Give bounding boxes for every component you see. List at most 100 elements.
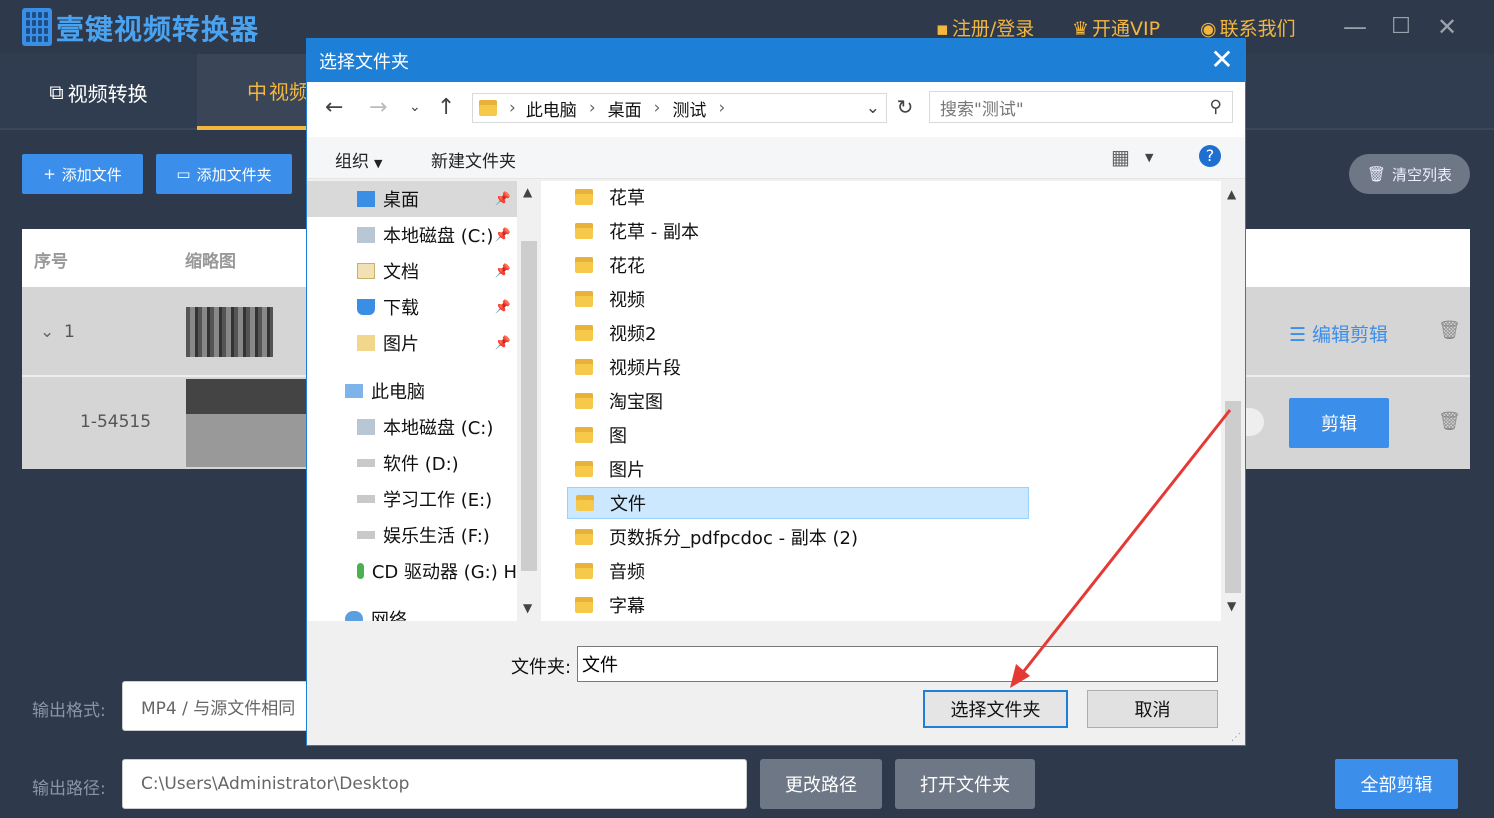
folder-list-scrollbar[interactable]: ▲ ▼ — [1221, 181, 1245, 621]
crown-icon: ♛ — [1072, 18, 1090, 40]
nav-item-pictures[interactable]: 图片 📌 — [307, 325, 517, 361]
view-dropdown-icon[interactable]: ▼ — [1145, 151, 1153, 164]
nav-item-local-disk-c[interactable]: 本地磁盘 (C:) 📌 — [307, 217, 517, 253]
pin-icon[interactable]: 📌 — [495, 192, 511, 207]
scroll-up-icon[interactable]: ▲ — [1227, 187, 1236, 201]
minimize-button[interactable]: — — [1340, 12, 1370, 42]
list-item[interactable]: 花草 — [567, 181, 1029, 213]
select-folder-dialog: 选择文件夹 ✕ ← → ⌄ ↑ › 此电脑 › 桌面 › 测试 › ⌄ ↻ 搜索… — [306, 38, 1246, 746]
pin-icon[interactable]: 📌 — [495, 228, 511, 243]
output-path-field[interactable]: C:\Users\Administrator\Desktop — [122, 759, 747, 809]
view-options-icon[interactable]: ▦ — [1111, 145, 1130, 169]
list-item[interactable]: 字幕 — [567, 589, 1029, 621]
search-input[interactable]: 搜索"测试" ⚲ — [929, 91, 1233, 123]
scroll-thumb[interactable] — [1225, 401, 1241, 593]
list-item[interactable]: 音频 — [567, 555, 1029, 587]
select-folder-button[interactable]: 选择文件夹 — [923, 690, 1068, 728]
list-item[interactable]: 页数拆分_pdfpcdoc - 副本 (2) — [567, 521, 1167, 553]
close-button[interactable]: ✕ — [1432, 12, 1462, 42]
nav-item-this-pc[interactable]: 此电脑 — [307, 373, 517, 409]
nav-item-network[interactable]: 网络 — [307, 601, 517, 621]
new-folder-button[interactable]: 新建文件夹 — [431, 147, 516, 172]
forward-arrow-icon[interactable]: → — [369, 95, 387, 120]
organize-menu[interactable]: 组织 ▼ — [335, 147, 382, 172]
open-folder-button[interactable]: 打开文件夹 — [895, 759, 1035, 809]
folder-icon — [575, 427, 593, 443]
dialog-close-button[interactable]: ✕ — [1207, 46, 1237, 76]
output-format-label: 输出格式: — [32, 701, 106, 721]
list-item[interactable]: 花花 — [567, 249, 1029, 281]
folder-name: 视频 — [609, 290, 645, 311]
breadcrumb-item[interactable]: 此电脑 — [526, 96, 577, 121]
pictures-icon — [357, 335, 375, 351]
nav-item-documents[interactable]: 文档 📌 — [307, 253, 517, 289]
address-bar[interactable]: › 此电脑 › 桌面 › 测试 › ⌄ — [472, 93, 887, 123]
tab-video-clip-label: 视频 — [269, 79, 309, 104]
nav-item-downloads[interactable]: 下载 📌 — [307, 289, 517, 325]
folder-name-input[interactable]: 文件 — [577, 646, 1218, 682]
folder-icon — [575, 393, 593, 409]
tab-video-convert[interactable]: ⧉ 视频转换 — [0, 54, 197, 130]
nav-item-drive-e[interactable]: 学习工作 (E:) — [307, 481, 517, 517]
list-item[interactable]: 图 — [567, 419, 1029, 451]
output-format-select[interactable]: MP4 / 与源文件相同 — [122, 681, 322, 731]
expand-chevron-icon[interactable]: ⌄ — [40, 322, 54, 342]
clip-all-button[interactable]: 全部剪辑 — [1335, 759, 1458, 809]
add-file-button[interactable]: + 添加文件 — [22, 154, 143, 194]
list-item[interactable]: 花草 - 副本 — [567, 215, 1029, 247]
delete-row-icon[interactable]: 🗑 — [1438, 411, 1461, 432]
dialog-title: 选择文件夹 — [307, 39, 1245, 82]
pin-icon[interactable]: 📌 — [495, 264, 511, 279]
back-arrow-icon[interactable]: ← — [325, 95, 343, 120]
clip-button[interactable]: 剪辑 — [1289, 398, 1389, 448]
clear-list-button[interactable]: 🗑 清空列表 — [1349, 154, 1470, 194]
delete-row-icon[interactable]: 🗑 — [1438, 320, 1461, 341]
tab-video-clip[interactable]: 中视频 — [197, 54, 317, 130]
network-icon — [345, 611, 363, 621]
list-item[interactable]: 视频片段 — [567, 351, 1029, 383]
list-item[interactable]: 视频 — [567, 283, 1029, 315]
maximize-button[interactable]: ☐ — [1386, 12, 1416, 42]
nav-item-local-disk-c[interactable]: 本地磁盘 (C:) — [307, 409, 517, 445]
scroll-thumb[interactable] — [521, 241, 537, 571]
help-icon[interactable]: ? — [1199, 145, 1221, 167]
nav-item-desktop[interactable]: 桌面 📌 — [307, 181, 517, 217]
add-folder-button[interactable]: ▭ 添加文件夹 — [156, 154, 292, 194]
refresh-icon[interactable]: ↻ — [891, 95, 919, 123]
cd-icon — [357, 563, 364, 579]
cancel-button[interactable]: 取消 — [1087, 690, 1218, 728]
vip-link[interactable]: ♛ 开通VIP — [1072, 14, 1160, 41]
row-index: 1-54515 — [80, 412, 152, 432]
list-item-selected[interactable]: 文件 — [567, 487, 1029, 519]
nav-item-drive-d[interactable]: 软件 (D:) — [307, 445, 517, 481]
recent-dropdown-icon[interactable]: ⌄ — [409, 99, 421, 115]
add-file-label: 添加文件 — [61, 165, 122, 184]
pin-icon[interactable]: 📌 — [495, 336, 511, 351]
output-path-label: 输出路径: — [32, 779, 106, 799]
scroll-up-icon[interactable]: ▲ — [523, 185, 532, 199]
breadcrumb-item[interactable]: 桌面 — [608, 96, 642, 121]
breadcrumb-item[interactable]: 测试 — [672, 96, 706, 121]
scroll-down-icon[interactable]: ▼ — [523, 601, 532, 615]
list-item[interactable]: 视频2 — [567, 317, 1029, 349]
scroll-down-icon[interactable]: ▼ — [1227, 599, 1236, 613]
pin-icon[interactable]: 📌 — [495, 300, 511, 315]
change-path-button[interactable]: 更改路径 — [760, 759, 882, 809]
computer-icon — [345, 384, 363, 398]
nav-pane-scrollbar[interactable]: ▲ ▼ — [517, 181, 541, 621]
folder-name: 字幕 — [609, 596, 645, 617]
nav-item-label: 图片 — [383, 334, 419, 355]
nav-item-drive-f[interactable]: 娱乐生活 (F:) — [307, 517, 517, 553]
contact-link[interactable]: ◉ 联系我们 — [1200, 14, 1296, 41]
resize-grip-icon[interactable]: ⋰ — [1231, 732, 1241, 743]
edit-clip-link[interactable]: ☰ 编辑剪辑 — [1289, 320, 1388, 347]
address-dropdown-icon[interactable]: ⌄ — [866, 98, 880, 118]
column-thumbnail-header: 缩略图 — [185, 252, 236, 272]
nav-item-cd-drive[interactable]: CD 驱动器 (G:) H — [307, 553, 517, 589]
register-login-link[interactable]: ▪ 注册/登录 — [936, 14, 1034, 41]
list-item[interactable]: 淘宝图 — [567, 385, 1029, 417]
drive-icon — [357, 495, 375, 503]
convert-icon: ⧉ — [49, 80, 64, 104]
up-arrow-icon[interactable]: ↑ — [437, 95, 455, 120]
list-item[interactable]: 图片 — [567, 453, 1029, 485]
